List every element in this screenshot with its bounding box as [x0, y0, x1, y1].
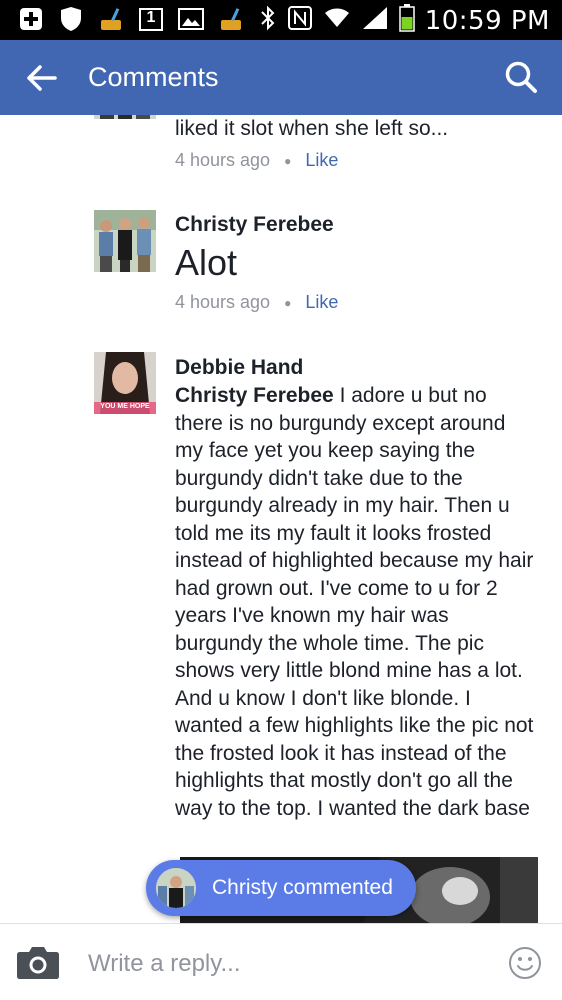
- add-icon: [18, 6, 44, 32]
- search-icon: [505, 61, 537, 93]
- back-arrow-icon: [27, 65, 57, 91]
- shield-icon: [58, 6, 84, 32]
- comment-author[interactable]: Debbie Hand: [175, 356, 303, 380]
- separator-dot: ●: [284, 295, 292, 310]
- avatar[interactable]: YOU ME HOPE: [94, 352, 156, 414]
- camera-button[interactable]: [16, 944, 60, 980]
- toast-avatar: [156, 868, 196, 908]
- reply-composer: [0, 923, 562, 1000]
- search-button[interactable]: [500, 56, 542, 98]
- signal-icon: [361, 5, 389, 36]
- cleaner-icon: [98, 6, 124, 32]
- app-bar: Comments: [0, 40, 562, 115]
- like-button[interactable]: Like: [305, 292, 338, 313]
- cleaner-icon: [218, 6, 244, 32]
- bluetooth-icon: [259, 5, 277, 36]
- comment-meta: 4 hours ago ● Like: [175, 292, 338, 313]
- back-button[interactable]: [22, 58, 62, 98]
- emoji-button[interactable]: [508, 946, 542, 980]
- comment-author[interactable]: Christy Ferebee: [175, 213, 334, 237]
- like-button[interactable]: Like: [305, 150, 338, 171]
- avatar-caption: YOU ME HOPE: [100, 403, 150, 410]
- camera-icon: [17, 947, 59, 979]
- comment-time: 4 hours ago: [175, 292, 271, 312]
- comment-text: Alot: [175, 242, 238, 283]
- notification-icons: 1: [18, 6, 244, 32]
- separator-dot: ●: [284, 153, 292, 168]
- calendar-icon: 1: [138, 6, 164, 32]
- comment-meta: 4 hours ago ● Like: [175, 150, 338, 171]
- status-bar: 1 10:59 PM: [0, 0, 562, 40]
- smiley-icon: [509, 947, 541, 979]
- battery-icon: [398, 4, 415, 37]
- clock: 10:59 PM: [424, 5, 550, 36]
- nfc-icon: [287, 5, 313, 36]
- comment-text: liked it slot when she left so...: [175, 117, 449, 140]
- gallery-icon: [178, 6, 204, 32]
- comment-body: I adore u but no there is no burgundy ex…: [175, 384, 534, 820]
- mention-link[interactable]: Christy Ferebee: [175, 384, 334, 407]
- reply-input[interactable]: [88, 944, 488, 984]
- calendar-day: 1: [146, 9, 156, 26]
- page-title: Comments: [88, 62, 219, 92]
- system-icons: 10:59 PM: [259, 4, 550, 37]
- comments-list: liked it slot when she left so... 4 hour…: [0, 115, 562, 923]
- comment-time: 4 hours ago: [175, 150, 271, 170]
- toast-text: Christy commented: [212, 876, 393, 899]
- avatar[interactable]: [94, 115, 156, 119]
- new-comment-toast[interactable]: Christy commented: [146, 860, 416, 916]
- comment-text: Christy Ferebee I adore u but no there i…: [175, 382, 535, 822]
- avatar[interactable]: [94, 210, 156, 272]
- wifi-icon: [323, 5, 351, 36]
